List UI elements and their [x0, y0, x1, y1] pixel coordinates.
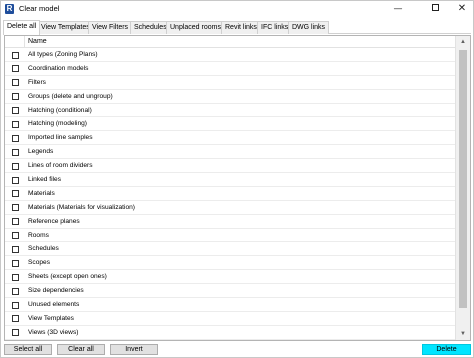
- item-label: Scopes: [28, 259, 50, 267]
- item-checkbox[interactable]: [12, 93, 19, 101]
- item-label: Groups (delete and ungroup): [28, 92, 113, 100]
- item-checkbox[interactable]: [12, 190, 19, 198]
- list-item[interactable]: Coordination models: [5, 62, 455, 76]
- list-item[interactable]: View Templates: [5, 312, 455, 326]
- item-checkbox[interactable]: [12, 120, 19, 128]
- item-label: Legends: [28, 148, 54, 156]
- item-checkbox[interactable]: [12, 51, 19, 59]
- item-label: Materials: [28, 189, 55, 197]
- item-label: Hatching (modeling): [28, 120, 88, 128]
- invert-button[interactable]: Invert: [110, 344, 158, 355]
- item-checkbox[interactable]: [12, 107, 19, 115]
- list-item[interactable]: Materials: [5, 187, 455, 201]
- list-item[interactable]: Scopes: [5, 256, 455, 271]
- list-item[interactable]: All types (Zoning Plans): [5, 48, 455, 62]
- item-checkbox[interactable]: [12, 329, 19, 337]
- item-label: Reference planes: [28, 217, 80, 225]
- column-header: Name: [5, 36, 455, 48]
- list-item[interactable]: Views (3D views): [5, 326, 455, 340]
- name-column-header[interactable]: Name: [28, 38, 47, 46]
- window-title: Clear model: [19, 4, 60, 13]
- clear-all-button[interactable]: Clear all: [57, 344, 105, 355]
- item-checkbox[interactable]: [12, 176, 19, 184]
- minimize-button[interactable]: —: [384, 1, 412, 17]
- item-label: Views (3D views): [28, 328, 79, 336]
- item-checkbox[interactable]: [12, 259, 19, 267]
- item-checkbox[interactable]: [12, 301, 19, 309]
- item-label: Imported line samples: [28, 134, 93, 142]
- list-item[interactable]: Reference planes: [5, 215, 455, 229]
- item-label: View Templates: [28, 314, 74, 322]
- close-button[interactable]: ✕: [448, 1, 474, 17]
- list-item[interactable]: Groups (delete and ungroup): [5, 90, 455, 104]
- checkbox-column-header: [5, 36, 25, 48]
- revit-app-icon: R: [5, 4, 14, 14]
- item-checkbox[interactable]: [12, 218, 19, 226]
- list-item[interactable]: Lines of room dividers: [5, 159, 455, 174]
- maximize-icon: [431, 4, 439, 11]
- item-label: Linked files: [28, 176, 61, 184]
- scrollbar-thumb[interactable]: [459, 50, 467, 308]
- item-checkbox[interactable]: [12, 134, 19, 142]
- item-checkbox[interactable]: [12, 65, 19, 73]
- list-item[interactable]: Legends: [5, 145, 455, 160]
- item-checkbox[interactable]: [12, 315, 19, 323]
- item-label: Size dependencies: [28, 287, 84, 295]
- item-label: Unused elements: [28, 301, 80, 309]
- item-label: Materials (Materials for visualization): [28, 203, 135, 211]
- scroll-down-icon[interactable]: ▼: [456, 328, 470, 340]
- item-label: Filters: [28, 78, 46, 86]
- list-item[interactable]: Schedules: [5, 242, 455, 257]
- select-all-button[interactable]: Select all: [4, 344, 52, 355]
- tab-view-filters[interactable]: View Filters: [88, 21, 133, 34]
- item-checkbox[interactable]: [12, 148, 19, 156]
- list-item[interactable]: Rooms: [5, 229, 455, 243]
- list-item[interactable]: Unused elements: [5, 298, 455, 312]
- list-rows: All types (Zoning Plans) Coordination mod…: [5, 48, 455, 340]
- item-checkbox[interactable]: [12, 287, 19, 295]
- tab-unplaced-rooms[interactable]: Unplaced rooms: [166, 21, 225, 34]
- list-item[interactable]: Imported line samples: [5, 131, 455, 146]
- tab-view-templates[interactable]: View Templates: [37, 21, 94, 34]
- list-item[interactable]: Hatching (conditional): [5, 104, 455, 118]
- tab-revit-links[interactable]: Revit links: [221, 21, 261, 34]
- item-label: Rooms: [28, 231, 49, 239]
- item-label: Sheets (except open ones): [28, 273, 107, 281]
- list-item[interactable]: Sheets (except open ones): [5, 270, 455, 285]
- item-checkbox[interactable]: [12, 162, 19, 170]
- vertical-scrollbar[interactable]: ▲ ▼: [455, 36, 470, 340]
- tab-dwg-links[interactable]: DWG links: [288, 21, 330, 34]
- tab-ifc-links[interactable]: IFC links: [257, 21, 293, 34]
- clear-model-window: R Clear model — ✕ Delete all View Templa…: [0, 0, 474, 358]
- item-checkbox[interactable]: [12, 245, 19, 253]
- scroll-up-icon[interactable]: ▲: [456, 36, 470, 48]
- item-checkbox[interactable]: [12, 204, 19, 212]
- item-label: Coordination models: [28, 64, 89, 72]
- item-checkbox[interactable]: [12, 232, 19, 240]
- items-list: Name All types (Zoning Plans) Coordinatio…: [4, 35, 471, 341]
- list-item[interactable]: Linked files: [5, 173, 455, 187]
- item-label: Schedules: [28, 245, 59, 253]
- tab-bar: Delete all View Templates View Filters S…: [3, 20, 471, 35]
- maximize-button[interactable]: [421, 1, 449, 17]
- tab-delete-all[interactable]: Delete all: [3, 20, 41, 35]
- title-bar: R Clear model — ✕: [1, 1, 473, 17]
- delete-button[interactable]: Delete: [422, 344, 471, 355]
- list-item[interactable]: Size dependencies: [5, 284, 455, 299]
- list-item[interactable]: Hatching (modeling): [5, 117, 455, 132]
- list-item[interactable]: Filters: [5, 76, 455, 90]
- item-checkbox[interactable]: [12, 79, 19, 87]
- tab-schedules[interactable]: Schedules: [130, 21, 171, 34]
- item-checkbox[interactable]: [12, 273, 19, 281]
- item-label: Lines of room dividers: [28, 162, 93, 170]
- item-label: All types (Zoning Plans): [28, 51, 98, 58]
- list-item[interactable]: Materials (Materials for visualization): [5, 201, 455, 215]
- item-label: Hatching (conditional): [28, 106, 92, 114]
